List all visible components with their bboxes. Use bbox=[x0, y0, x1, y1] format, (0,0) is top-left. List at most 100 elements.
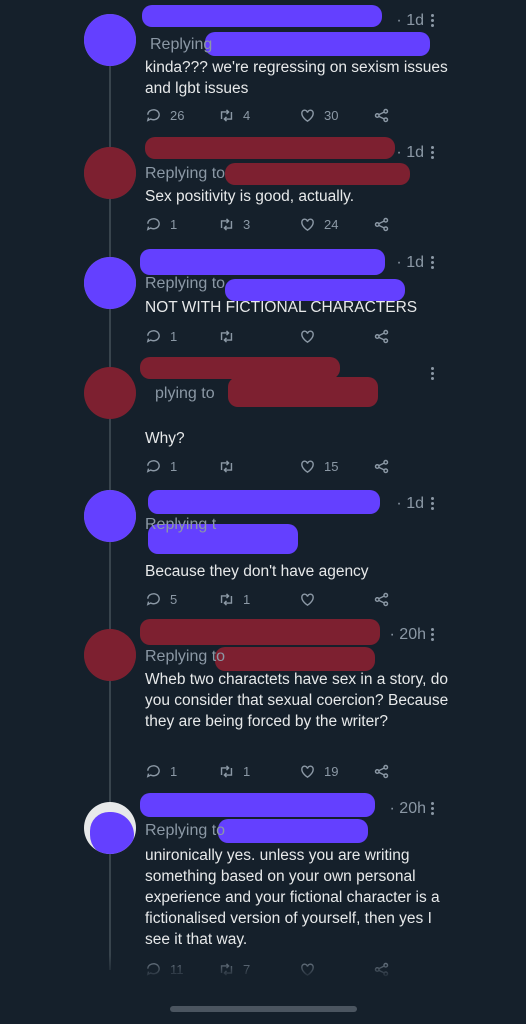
tweet-text: NOT WITH FICTIONAL CHARACTERS bbox=[145, 299, 418, 316]
heart-icon bbox=[301, 108, 314, 122]
share-icon bbox=[374, 217, 389, 231]
reply-button[interactable]: 5 bbox=[145, 590, 177, 608]
like-button[interactable]: 15 bbox=[299, 457, 338, 475]
share-icon bbox=[374, 592, 389, 606]
more-menu-icon[interactable] bbox=[428, 12, 438, 34]
heart-icon bbox=[301, 592, 314, 606]
more-menu-icon[interactable] bbox=[428, 254, 438, 276]
like-count: 24 bbox=[324, 216, 339, 232]
retweet-icon bbox=[220, 764, 233, 778]
redacted-name bbox=[140, 249, 385, 275]
tweet-time: · 20h bbox=[389, 626, 426, 643]
tweet-actions: 5 1 bbox=[145, 590, 405, 608]
tweet-text: Because they don't have agency bbox=[145, 563, 369, 580]
retweet-icon bbox=[220, 108, 233, 122]
reply-button[interactable]: 1 bbox=[145, 215, 177, 233]
more-menu-icon[interactable] bbox=[428, 626, 438, 648]
redacted-name bbox=[145, 137, 395, 159]
heart-icon bbox=[301, 217, 314, 231]
tweet-time: · 1d bbox=[396, 12, 424, 29]
retweet-button[interactable] bbox=[218, 457, 243, 475]
replying-to-label: Replying t bbox=[145, 516, 217, 533]
more-menu-icon[interactable] bbox=[428, 144, 438, 166]
avatar[interactable] bbox=[84, 367, 136, 419]
tweet-time: · 1d bbox=[396, 144, 424, 161]
reply-icon bbox=[146, 592, 160, 606]
retweet-icon bbox=[220, 459, 233, 473]
retweet-button[interactable] bbox=[218, 327, 243, 345]
redacted-handle bbox=[225, 163, 410, 185]
reply-button[interactable]: 1 bbox=[145, 457, 177, 475]
reply-button[interactable]: 1 bbox=[145, 762, 177, 780]
share-icon bbox=[374, 329, 389, 343]
like-count: 30 bbox=[324, 107, 339, 123]
more-menu-icon[interactable] bbox=[428, 800, 438, 822]
avatar[interactable] bbox=[84, 629, 136, 681]
reply-icon bbox=[146, 764, 160, 778]
like-count: 19 bbox=[324, 763, 339, 779]
avatar[interactable] bbox=[84, 490, 136, 542]
retweet-count: 1 bbox=[243, 763, 251, 779]
home-indicator[interactable] bbox=[170, 1006, 357, 1012]
tweet-actions: 1 1 19 bbox=[145, 762, 405, 780]
reply-button[interactable]: 1 bbox=[145, 327, 177, 345]
tweet[interactable]: · 1d Replying to Sex positivity is good,… bbox=[0, 135, 526, 245]
tweet-actions: 1 bbox=[145, 327, 405, 345]
retweet-button[interactable]: 4 bbox=[218, 106, 250, 124]
reply-count: 26 bbox=[170, 107, 185, 123]
redacted-handle bbox=[228, 377, 378, 407]
reply-count: 1 bbox=[170, 216, 178, 232]
reply-button[interactable]: 26 bbox=[145, 106, 184, 124]
tweet[interactable]: · 1d Replying to NOT WITH FICTIONAL CHAR… bbox=[0, 245, 526, 357]
redacted-name bbox=[142, 5, 382, 27]
tweet-actions: 26 4 30 bbox=[145, 106, 405, 124]
reply-icon bbox=[146, 459, 160, 473]
share-button[interactable] bbox=[373, 215, 390, 233]
share-button[interactable] bbox=[373, 762, 390, 780]
retweet-count: 3 bbox=[243, 216, 251, 232]
tweet-text: kinda??? we're regressing on sexism issu… bbox=[145, 59, 448, 97]
tweet[interactable]: plying to Why? 1 15 bbox=[0, 357, 526, 482]
avatar[interactable] bbox=[84, 257, 136, 309]
retweet-button[interactable]: 1 bbox=[218, 590, 250, 608]
more-menu-icon[interactable] bbox=[428, 495, 438, 517]
avatar[interactable] bbox=[84, 14, 136, 66]
share-button[interactable] bbox=[373, 590, 390, 608]
retweet-button[interactable]: 3 bbox=[218, 215, 250, 233]
like-count: 15 bbox=[324, 458, 339, 474]
reply-count: 1 bbox=[170, 458, 178, 474]
retweet-button[interactable]: 1 bbox=[218, 762, 250, 780]
avatar[interactable] bbox=[84, 147, 136, 199]
tweet[interactable]: · 1d Replying t Because they don't have … bbox=[0, 482, 526, 617]
replying-to-label: Replying to bbox=[145, 275, 226, 292]
like-button[interactable] bbox=[299, 327, 324, 345]
share-button[interactable] bbox=[373, 327, 390, 345]
share-button[interactable] bbox=[373, 106, 390, 124]
like-button[interactable]: 24 bbox=[299, 215, 338, 233]
retweet-count: 4 bbox=[243, 107, 251, 123]
tweet-text: Wheb two charactets have sex in a story,… bbox=[145, 671, 449, 730]
heart-icon bbox=[301, 329, 314, 343]
replying-to-label: Replying to bbox=[145, 822, 226, 839]
like-button[interactable]: 30 bbox=[299, 106, 338, 124]
tweet[interactable]: · 20h Replying to Wheb two charactets ha… bbox=[0, 617, 526, 787]
retweet-icon bbox=[220, 592, 233, 606]
redacted-name bbox=[140, 793, 375, 817]
redacted-name bbox=[140, 357, 340, 379]
avatar[interactable] bbox=[84, 802, 136, 854]
tweet-time: · 1d bbox=[396, 254, 424, 271]
retweet-icon bbox=[220, 217, 233, 231]
reply-icon bbox=[146, 217, 160, 231]
tweet[interactable]: · 20h Replying to unironically yes. unle… bbox=[0, 787, 526, 977]
share-button[interactable] bbox=[373, 457, 390, 475]
share-icon bbox=[374, 764, 389, 778]
replying-to-label: Replying to bbox=[145, 648, 226, 665]
redacted-handle bbox=[205, 32, 430, 56]
replying-to-label: plying to bbox=[155, 385, 215, 402]
more-menu-icon[interactable] bbox=[428, 365, 438, 387]
share-icon bbox=[374, 459, 389, 473]
tweet[interactable]: · 1d Replying kinda??? we're regressing … bbox=[0, 0, 526, 135]
like-button[interactable] bbox=[299, 590, 324, 608]
reply-icon bbox=[146, 329, 160, 343]
like-button[interactable]: 19 bbox=[299, 762, 338, 780]
